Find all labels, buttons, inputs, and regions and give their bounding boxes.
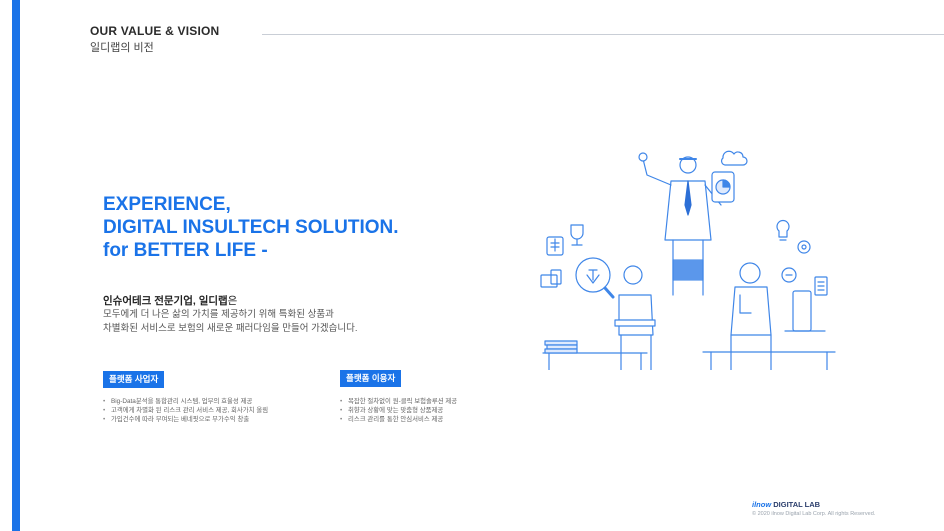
section-subtitle: 일디랩의 비전 <box>90 42 154 54</box>
header-divider <box>262 34 944 35</box>
platform-business-list: Big-Data분석을 통합관리 시스템, 업무의 효율성 제공 고객에게 차별… <box>103 397 268 424</box>
intro-line-3: 차별화된 서비스로 보험의 새로운 패러다임을 만들어 가겠습니다. <box>103 323 358 334</box>
intro-line-2: 모두에게 더 나은 삶의 가치를 제공하기 위해 특화된 상품과 <box>103 309 334 320</box>
headline: EXPERIENCE, DIGITAL INSULTECH SOLUTION. … <box>103 193 399 262</box>
headline-line-3: for BETTER LIFE - <box>103 240 268 261</box>
platform-business-badge: 플랫폼 사업자 <box>103 371 165 388</box>
list-item: 취향과 상황에 맞는 맞춤형 상품제공 <box>340 406 457 415</box>
list-item: Big-Data분석을 통합관리 시스템, 업무의 효율성 제공 <box>103 397 268 406</box>
list-item: 가입건수에 따라 부여되는 베네핏으로 부가수익 창출 <box>103 415 268 424</box>
section-title: OUR VALUE & VISION <box>90 24 220 38</box>
brand-name: DIGITAL LAB <box>773 500 821 509</box>
footer-brand: ilnow DIGITAL LAB <box>752 500 820 509</box>
headline-line-2: DIGITAL INSULTECH SOLUTION. <box>103 217 399 238</box>
platform-user-list: 복잡한 절차없이 원-클릭 보험솔루션 제공 취향과 상황에 맞는 맞춤형 상품… <box>340 397 457 424</box>
list-item: 고객에게 차별화 된 리스크 관리 서비스 제공, 회사가치 올림 <box>103 406 268 415</box>
brand-highlight: ilnow <box>752 500 772 509</box>
headline-line-1: EXPERIENCE, <box>103 194 231 215</box>
list-item: 리스크 관리를 통한 안심서비스 제공 <box>340 415 457 424</box>
footer-copyright: © 2020 ilnow Digital Lab Corp. All right… <box>752 511 876 517</box>
team-illustration <box>540 150 836 370</box>
list-item: 복잡한 절차없이 원-클릭 보험솔루션 제공 <box>340 397 457 406</box>
platform-user-badge: 플랫폼 이용자 <box>340 370 402 387</box>
accent-side-bar <box>12 0 20 531</box>
